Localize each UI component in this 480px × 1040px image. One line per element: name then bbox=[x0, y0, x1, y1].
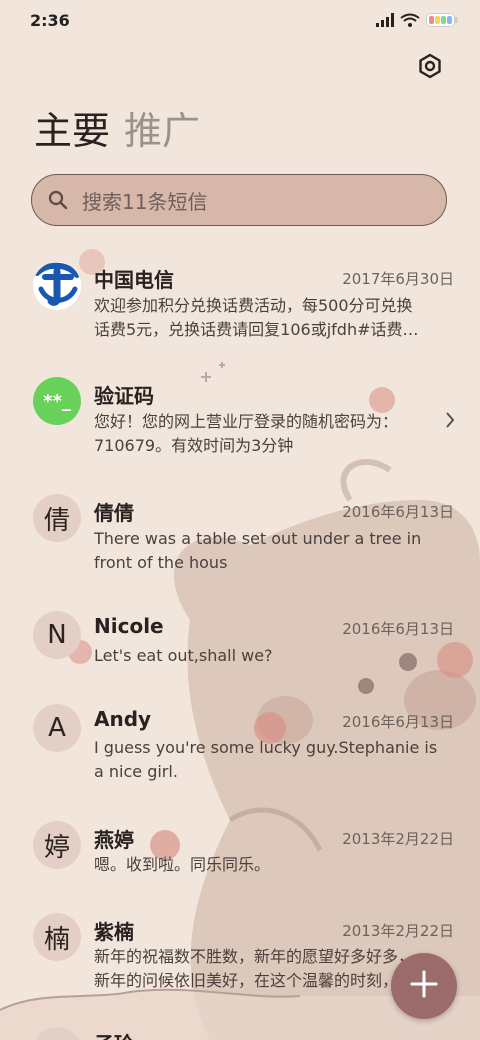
status-bar: 2:36 bbox=[0, 0, 480, 40]
avatar bbox=[33, 262, 81, 310]
contact-name: 紫楠 bbox=[94, 920, 134, 944]
china-telecom-logo-icon bbox=[33, 262, 81, 310]
contact-name: 燕婷 bbox=[94, 828, 134, 852]
avatar-text: **_ bbox=[43, 390, 71, 412]
message-preview-line: 新年的祝福数不胜数，新年的愿望好多好多， bbox=[94, 947, 415, 966]
wifi-icon bbox=[400, 12, 420, 31]
avatar: **_ bbox=[33, 377, 81, 425]
avatar-text: A bbox=[48, 713, 66, 743]
message-preview-line: 710679。有效时间为3分钟 bbox=[94, 436, 294, 455]
message-preview-line: 嗯。收到啦。同乐同乐。 bbox=[94, 855, 271, 874]
avatar-text: N bbox=[47, 620, 67, 650]
conversation-row[interactable]: A Andy 2016年6月13日 I guess you're some lu… bbox=[0, 695, 480, 795]
contact-name: 子玲 bbox=[94, 1028, 134, 1040]
message-date: 2017年6月30日 bbox=[342, 270, 454, 288]
search-icon bbox=[48, 190, 68, 210]
chevron-right-icon bbox=[444, 410, 456, 434]
new-message-button[interactable] bbox=[391, 953, 457, 1019]
avatar: 楠 bbox=[33, 913, 81, 961]
contact-name: Nicole bbox=[94, 614, 164, 638]
cellular-signal-icon bbox=[376, 12, 394, 31]
conversation-row[interactable]: 倩 倩倩 2016年6月13日 There was a table set ou… bbox=[0, 485, 480, 585]
contact-name: Andy bbox=[94, 707, 152, 731]
tab-primary[interactable]: 主要 bbox=[34, 108, 110, 154]
plus-icon bbox=[409, 969, 439, 1003]
message-preview-line: 新年的问候依旧美好，在这个温馨的时刻， bbox=[94, 971, 394, 990]
search-placeholder: 搜索11条短信 bbox=[82, 189, 208, 214]
search-bar[interactable]: 搜索11条短信 bbox=[31, 174, 447, 226]
message-preview-line: 欢迎参加积分兑换话费活动，每500分可兑换 bbox=[94, 296, 413, 315]
message-preview-line: Let's eat out,shall we? bbox=[94, 646, 273, 665]
contact-name: 中国电信 bbox=[94, 268, 174, 292]
contact-name: 验证码 bbox=[94, 384, 154, 408]
contact-name: 倩倩 bbox=[94, 501, 134, 525]
avatar: 婷 bbox=[33, 821, 81, 869]
avatar-text: 倩 bbox=[43, 505, 70, 536]
message-date: 2013年2月22日 bbox=[342, 830, 454, 848]
message-preview-line: a nice girl. bbox=[94, 762, 178, 781]
tab-bar: 主要 推广 bbox=[34, 108, 200, 154]
message-date: 2016年6月13日 bbox=[342, 713, 454, 731]
settings-icon bbox=[417, 53, 443, 83]
message-preview-line: 话费5元，兑换话费请回复106或jfdh#话费… bbox=[94, 320, 419, 339]
message-preview-line: I guess you're some lucky guy.Stephanie … bbox=[94, 738, 438, 757]
avatar-text: 婷 bbox=[43, 832, 70, 863]
conversation-row[interactable]: **_ 验证码 您好！您的网上营业厅登录的随机密码为： 710679。有效时间为… bbox=[0, 368, 480, 468]
message-preview-line: 您好！您的网上营业厅登录的随机密码为： bbox=[94, 412, 399, 431]
message-date: 2016年6月13日 bbox=[342, 620, 454, 638]
avatar: N bbox=[33, 611, 81, 659]
tab-promotions[interactable]: 推广 bbox=[124, 108, 200, 154]
conversation-row[interactable]: 婷 燕婷 2013年2月22日 嗯。收到啦。同乐同乐。 bbox=[0, 812, 480, 912]
status-time: 2:36 bbox=[30, 11, 70, 30]
message-preview-line: There was a table set out under a tree i… bbox=[94, 529, 422, 548]
message-date: 2016年6月13日 bbox=[342, 503, 454, 521]
settings-button[interactable] bbox=[414, 52, 446, 84]
message-preview-line: front of the hous bbox=[94, 553, 228, 572]
avatar: 倩 bbox=[33, 494, 81, 542]
avatar-text: 楠 bbox=[43, 924, 70, 955]
conversation-row[interactable]: N Nicole 2016年6月13日 Let's eat out,shall … bbox=[0, 602, 480, 702]
message-date: 2013年2月22日 bbox=[342, 922, 454, 940]
avatar: A bbox=[33, 704, 81, 752]
conversation-row[interactable]: 中国电信 2017年6月30日 欢迎参加积分兑换话费活动，每500分可兑换 话费… bbox=[0, 250, 480, 350]
battery-icon bbox=[426, 12, 458, 31]
avatar bbox=[33, 1027, 81, 1040]
conversation-row[interactable]: 子玲 bbox=[0, 1022, 480, 1040]
